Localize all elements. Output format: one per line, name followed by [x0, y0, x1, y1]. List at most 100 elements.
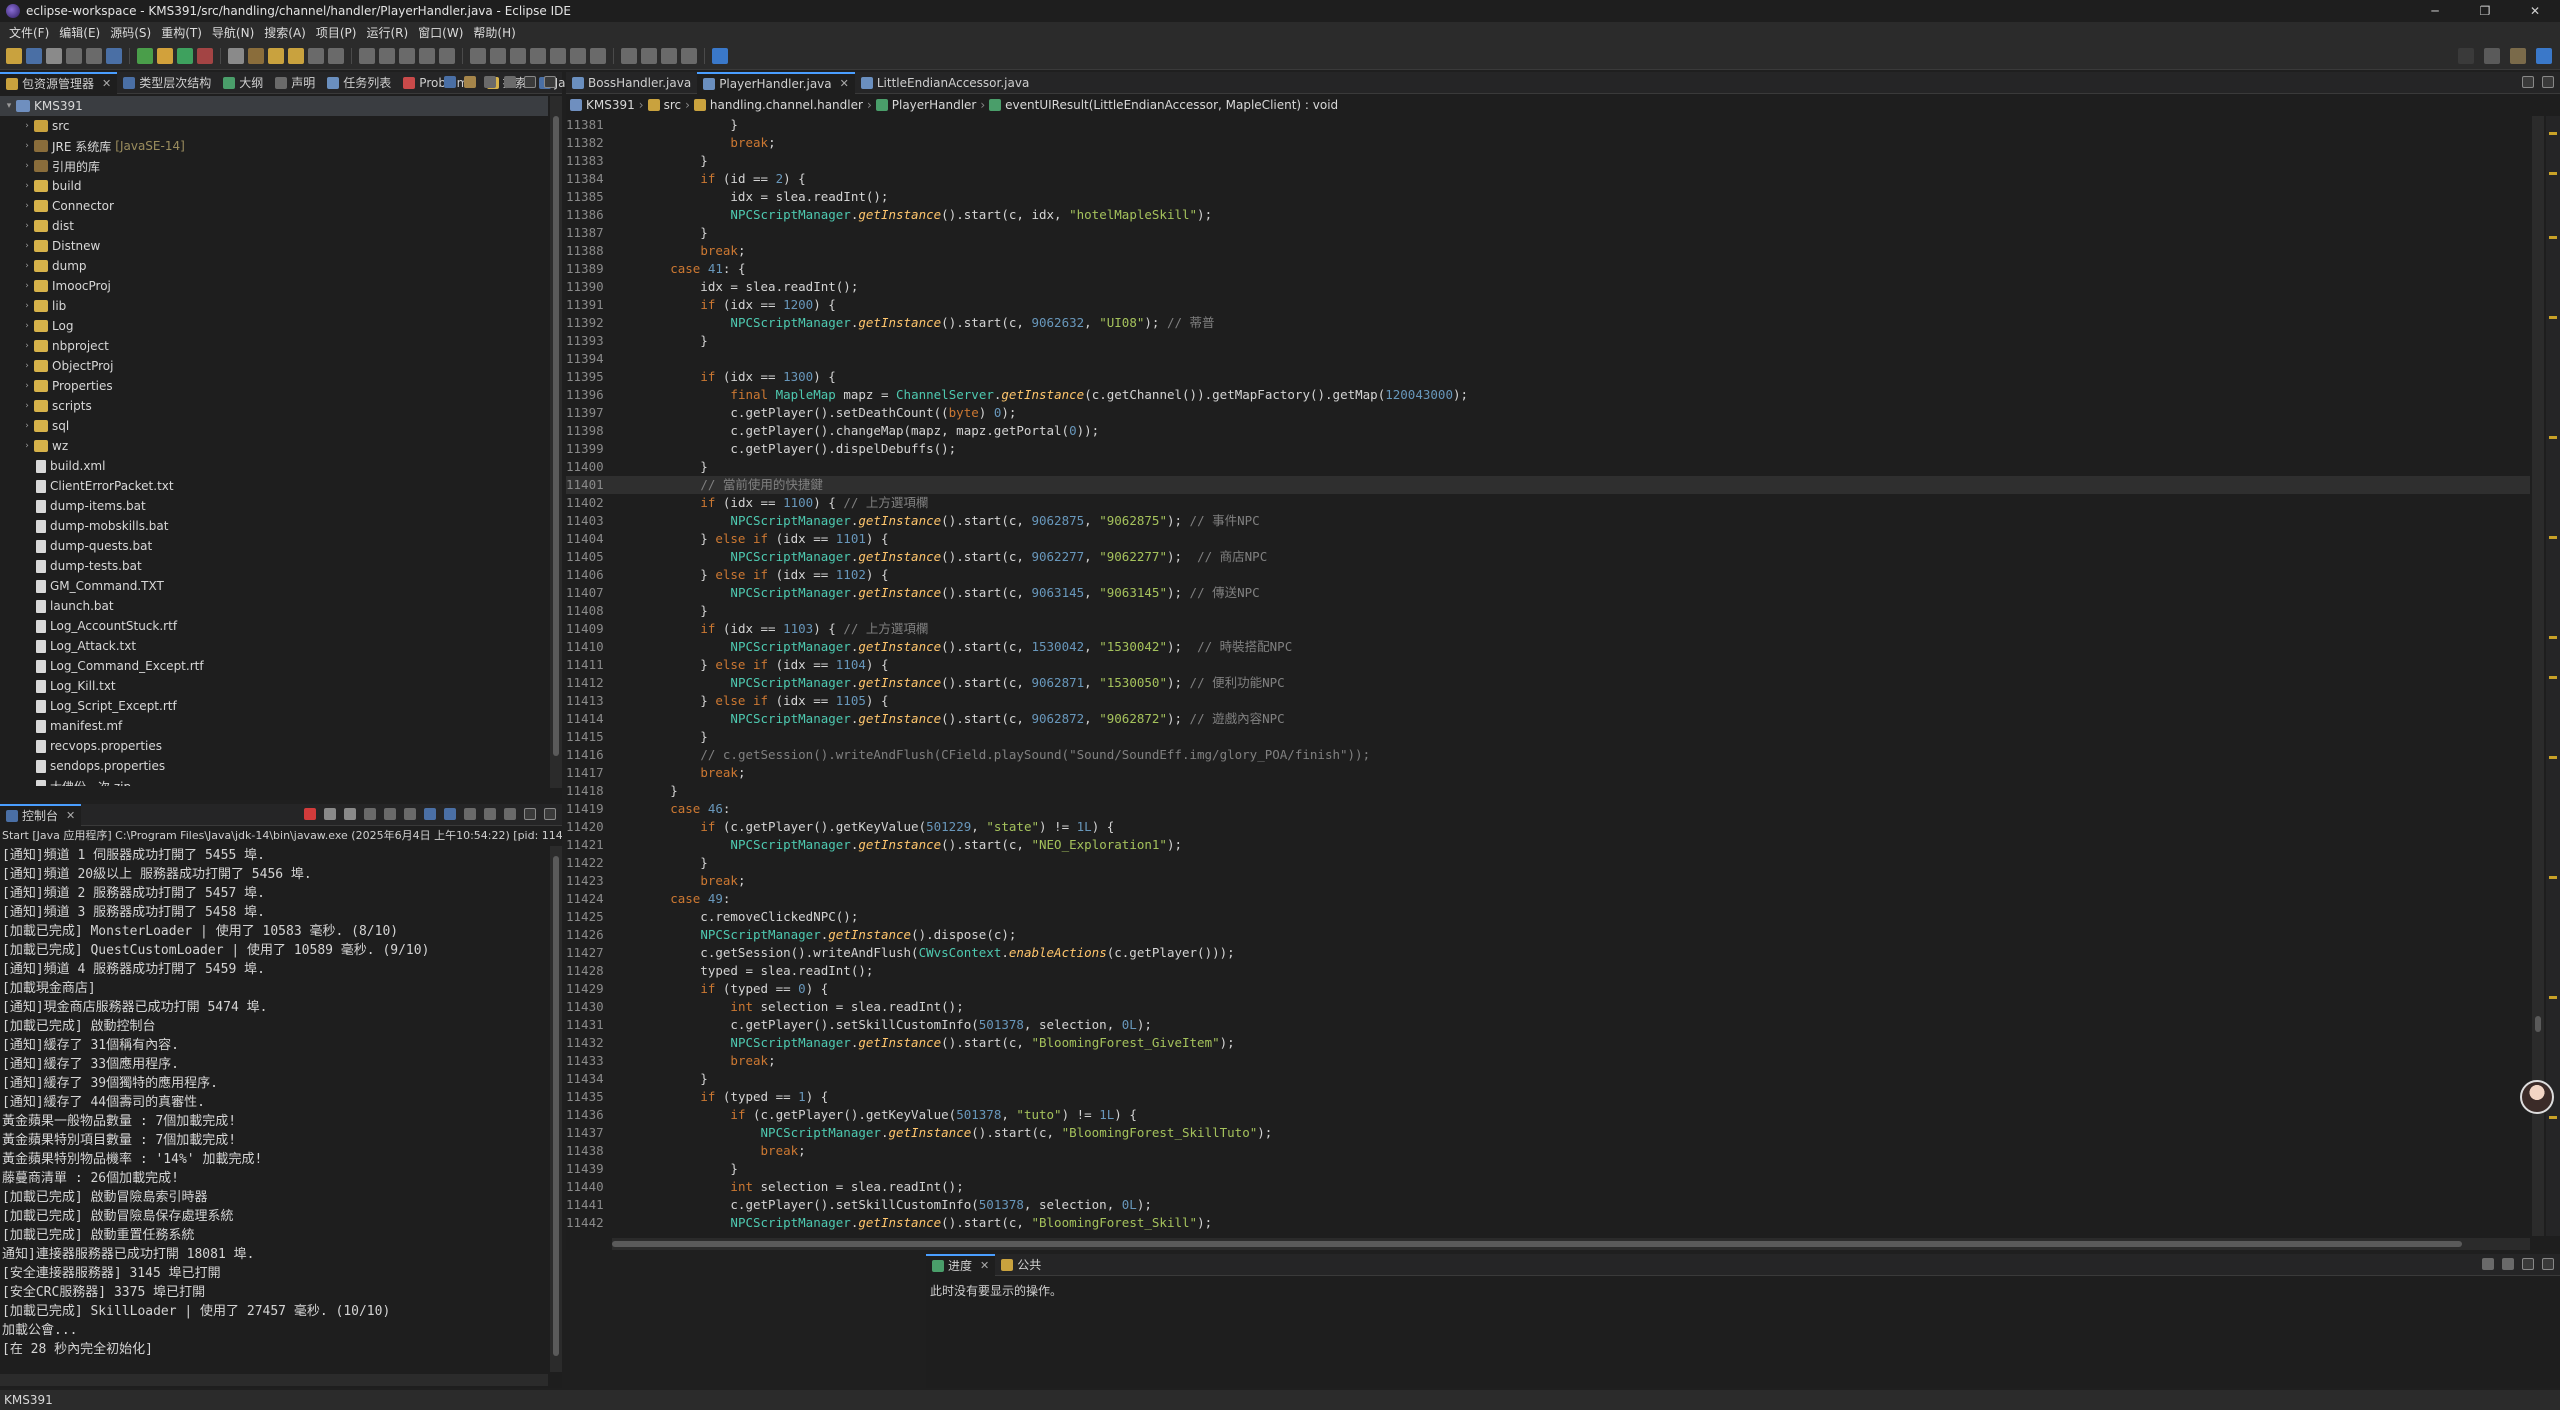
- scrollbar-thumb[interactable]: [553, 856, 559, 1356]
- tree-item[interactable]: dump-items.bat: [0, 496, 548, 516]
- toolbar-button-icon[interactable]: [490, 47, 506, 64]
- filter-icon[interactable]: [484, 76, 496, 88]
- maximize-view-icon[interactable]: [544, 808, 556, 820]
- expand-arrow-icon[interactable]: ›: [20, 421, 34, 431]
- close-icon[interactable]: ✕: [66, 809, 75, 822]
- maximize-button[interactable]: ❐: [2460, 0, 2510, 22]
- console-output[interactable]: [通知]頻道 1 伺服器成功打開了 5455 埠. [通知]頻道 20級以上 服務…: [0, 846, 548, 1372]
- scrollbar-thumb[interactable]: [553, 116, 559, 756]
- toolbar-button-icon[interactable]: [530, 47, 546, 64]
- menu-item[interactable]: 帮助(H): [468, 24, 520, 41]
- code-line[interactable]: 11385 idx = slea.readInt();: [566, 188, 2530, 206]
- minimize-view-icon[interactable]: [2522, 76, 2534, 88]
- clear-console-icon[interactable]: [364, 808, 376, 820]
- toolbar-button-icon[interactable]: [570, 47, 586, 64]
- code-line[interactable]: 11416 // c.getSession().writeAndFlush(CF…: [566, 746, 2530, 764]
- close-icon[interactable]: ✕: [102, 77, 111, 90]
- maximize-view-icon[interactable]: [2542, 76, 2554, 88]
- console-scrollbar[interactable]: [550, 846, 562, 1372]
- toolbar-button-icon[interactable]: [328, 47, 344, 64]
- code-line[interactable]: 11391 if (idx == 1200) {: [566, 296, 2530, 314]
- expand-arrow-icon[interactable]: ›: [20, 141, 34, 151]
- tab-item[interactable]: 类型层次结构: [117, 72, 217, 94]
- code-line[interactable]: 11433 break;: [566, 1052, 2530, 1070]
- perspective-open-icon[interactable]: [2484, 48, 2500, 64]
- code-line[interactable]: 11435 if (typed == 1) {: [566, 1088, 2530, 1106]
- code-line[interactable]: 11426 NPCScriptManager.getInstance().dis…: [566, 926, 2530, 944]
- maximize-view-icon[interactable]: [544, 76, 556, 88]
- code-line[interactable]: 11432 NPCScriptManager.getInstance().sta…: [566, 1034, 2530, 1052]
- scrollbar-thumb[interactable]: [2535, 1016, 2541, 1032]
- display-console-icon[interactable]: [484, 808, 496, 820]
- code-line[interactable]: 11397 c.getPlayer().setDeathCount((byte)…: [566, 404, 2530, 422]
- code-line[interactable]: 11419 case 46:: [566, 800, 2530, 818]
- code-line[interactable]: 11386 NPCScriptManager.getInstance().sta…: [566, 206, 2530, 224]
- code-line[interactable]: 11430 int selection = slea.readInt();: [566, 998, 2530, 1016]
- toolbar-button-icon[interactable]: [510, 47, 526, 64]
- toolbar-button-icon[interactable]: [26, 47, 42, 64]
- scrollbar-thumb[interactable]: [612, 1241, 2462, 1247]
- code-line[interactable]: 11431 c.getPlayer().setSkillCustomInfo(5…: [566, 1016, 2530, 1034]
- show-stdout-icon[interactable]: [424, 808, 436, 820]
- code-line[interactable]: 11398 c.getPlayer().changeMap(mapz, mapz…: [566, 422, 2530, 440]
- code-line[interactable]: 11428 typed = slea.readInt();: [566, 962, 2530, 980]
- tree-item[interactable]: Log_Command_Except.rtf: [0, 656, 548, 676]
- toolbar-button-icon[interactable]: [419, 47, 435, 64]
- code-line[interactable]: 11383 }: [566, 152, 2530, 170]
- code-line[interactable]: 11399 c.getPlayer().dispelDebuffs();: [566, 440, 2530, 458]
- tree-item[interactable]: › Connector: [0, 196, 548, 216]
- tree-item[interactable]: recvops.properties: [0, 736, 548, 756]
- breadcrumb-item[interactable]: KMS391: [586, 98, 635, 112]
- code-line[interactable]: 11410 NPCScriptManager.getInstance().sta…: [566, 638, 2530, 656]
- project-tree[interactable]: ▾ KMS391 › src › JRE 系统库 [JavaSE-14] › 引用的库 › buil…: [0, 96, 548, 786]
- toolbar-button-icon[interactable]: [590, 47, 606, 64]
- expand-arrow-icon[interactable]: ›: [20, 261, 34, 271]
- tree-item[interactable]: Log_Kill.txt: [0, 676, 548, 696]
- expand-arrow-icon[interactable]: ›: [20, 401, 34, 411]
- tree-item[interactable]: 大佛份一次.zip: [0, 776, 548, 786]
- toolbar-button-icon[interactable]: [228, 47, 244, 64]
- code-line[interactable]: 11413 } else if (idx == 1105) {: [566, 692, 2530, 710]
- menu-item[interactable]: 导航(N): [207, 24, 259, 41]
- code-line[interactable]: 11437 NPCScriptManager.getInstance().sta…: [566, 1124, 2530, 1142]
- toolbar-button-icon[interactable]: [379, 47, 395, 64]
- expand-arrow-icon[interactable]: ›: [20, 221, 34, 231]
- tree-item[interactable]: GM_Command.TXT: [0, 576, 548, 596]
- tree-item[interactable]: Log_Script_Except.rtf: [0, 696, 548, 716]
- menu-item[interactable]: 运行(R): [361, 24, 413, 41]
- toolbar-button-icon[interactable]: [641, 47, 657, 64]
- menu-item[interactable]: 搜索(A): [259, 24, 311, 41]
- tree-item[interactable]: launch.bat: [0, 596, 548, 616]
- toolbar-button-icon[interactable]: [106, 47, 122, 64]
- tree-item[interactable]: manifest.mf: [0, 716, 548, 736]
- tree-item[interactable]: › ImoocProj: [0, 276, 548, 296]
- code-line[interactable]: 11390 idx = slea.readInt();: [566, 278, 2530, 296]
- code-line[interactable]: 11412 NPCScriptManager.getInstance().sta…: [566, 674, 2530, 692]
- code-line[interactable]: 11418 }: [566, 782, 2530, 800]
- code-line[interactable]: 11381 }: [566, 116, 2530, 134]
- expand-arrow-icon[interactable]: ›: [20, 441, 34, 451]
- toolbar-button-icon[interactable]: [66, 47, 82, 64]
- code-line[interactable]: 11415 }: [566, 728, 2530, 746]
- tab-item[interactable]: 进度 ✕: [926, 1253, 996, 1276]
- tree-item[interactable]: sendops.properties: [0, 756, 548, 776]
- expand-arrow-icon[interactable]: ›: [20, 281, 34, 291]
- code-line[interactable]: 11395 if (idx == 1300) {: [566, 368, 2530, 386]
- code-line[interactable]: 11389 case 41: {: [566, 260, 2530, 278]
- menu-item[interactable]: 项目(P): [311, 24, 362, 41]
- code-line[interactable]: 11440 int selection = slea.readInt();: [566, 1178, 2530, 1196]
- tree-item[interactable]: › Properties: [0, 376, 548, 396]
- tree-item[interactable]: dump-quests.bat: [0, 536, 548, 556]
- code-line[interactable]: 11421 NPCScriptManager.getInstance().sta…: [566, 836, 2530, 854]
- menu-item[interactable]: 窗口(W): [413, 24, 468, 41]
- toolbar-button-icon[interactable]: [681, 47, 697, 64]
- menu-item[interactable]: 编辑(E): [54, 24, 105, 41]
- expand-arrow-icon[interactable]: ›: [20, 301, 34, 311]
- code-line[interactable]: 11392 NPCScriptManager.getInstance().sta…: [566, 314, 2530, 332]
- toolbar-button-icon[interactable]: [439, 47, 455, 64]
- toolbar-button-icon[interactable]: [359, 47, 375, 64]
- expand-arrow-icon[interactable]: ›: [20, 361, 34, 371]
- breadcrumb-item[interactable]: eventUIResult(LittleEndianAccessor, Mapl…: [1005, 98, 1338, 112]
- tab-item[interactable]: 公共: [995, 1254, 1047, 1276]
- tree-item[interactable]: Log_AccountStuck.rtf: [0, 616, 548, 636]
